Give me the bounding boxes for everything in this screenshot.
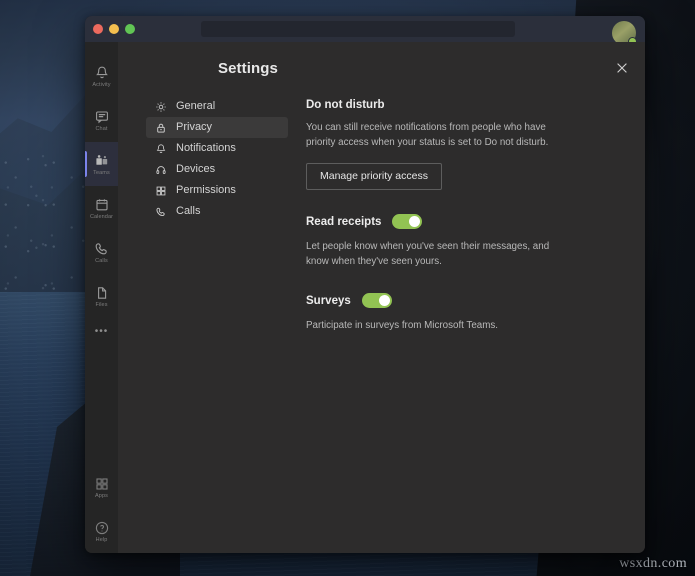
rail-item-activity-label: Activity <box>92 81 111 88</box>
window-maximize-button[interactable] <box>125 24 135 34</box>
window-titlebar <box>85 16 645 42</box>
rail-item-teams[interactable]: Teams <box>85 142 118 186</box>
phone-icon <box>154 205 167 218</box>
teams-application-window: Activity Chat Teams Calendar Calls Files… <box>85 16 645 553</box>
app-rail: Activity Chat Teams Calendar Calls Files… <box>85 42 118 553</box>
lock-icon <box>154 121 167 134</box>
rail-more-button[interactable]: ••• <box>95 318 109 345</box>
rail-item-calendar[interactable]: Calendar <box>85 186 118 230</box>
rail-item-apps-label: Apps <box>95 492 108 499</box>
rail-item-help[interactable]: Help <box>85 509 118 553</box>
settings-nav-item-general-label: General <box>176 100 216 112</box>
surveys-description: Participate in surveys from Microsoft Te… <box>306 320 499 331</box>
rail-item-calendar-label: Calendar <box>89 213 114 220</box>
surveys-label: Surveys <box>306 294 351 307</box>
window-minimize-button[interactable] <box>109 24 119 34</box>
rail-item-activity[interactable]: Activity <box>85 54 118 98</box>
read-receipts-row: Read receipts <box>306 214 623 229</box>
surveys-row: Surveys <box>306 293 623 308</box>
settings-nav-item-general[interactable]: General <box>146 96 288 117</box>
read-receipts-toggle-knob <box>409 216 421 227</box>
rail-item-calls[interactable]: Calls <box>85 230 118 274</box>
teams-icon <box>95 154 107 165</box>
rail-item-teams-label: Teams <box>93 169 110 176</box>
files-icon <box>97 286 106 299</box>
settings-nav-item-privacy-label: Privacy <box>176 121 213 133</box>
do-not-disturb-title: Do not disturb <box>306 99 385 111</box>
settings-title: Settings <box>218 60 278 77</box>
settings-columns: General Privacy Notifications Devices Pe… <box>118 90 645 553</box>
global-search-bar[interactable] <box>201 21 515 37</box>
window-traffic-lights <box>85 24 135 34</box>
surveys-toggle-knob <box>378 295 390 306</box>
settings-header: Settings <box>118 42 645 90</box>
read-receipts-label: Read receipts <box>306 215 382 228</box>
bell-icon <box>95 66 108 78</box>
rail-item-help-label: Help <box>95 536 108 543</box>
gear-icon <box>154 100 167 113</box>
rail-item-chat[interactable]: Chat <box>85 98 118 142</box>
settings-nav-item-permissions[interactable]: Permissions <box>146 180 288 201</box>
rail-item-files[interactable]: Files <box>85 274 118 318</box>
rail-item-apps[interactable]: Apps <box>85 465 118 509</box>
rail-item-chat-label: Chat <box>95 125 108 132</box>
settings-dialog: Settings General Privacy Notifications D… <box>118 42 645 553</box>
settings-nav-item-permissions-label: Permissions <box>176 184 236 196</box>
apps-grid-icon <box>95 477 108 490</box>
chat-icon <box>95 110 108 123</box>
bell-icon <box>154 142 167 155</box>
settings-nav-item-privacy[interactable]: Privacy <box>146 117 288 138</box>
manage-priority-access-button[interactable]: Manage priority access <box>306 163 442 190</box>
help-circle-icon <box>95 521 108 534</box>
apps-grid-icon <box>154 184 167 197</box>
calendar-icon <box>95 198 108 210</box>
settings-detail-panel: Do not disturb You can still receive not… <box>298 90 645 553</box>
close-icon[interactable] <box>613 59 631 77</box>
settings-nav-item-calls[interactable]: Calls <box>146 201 288 222</box>
rail-item-files-label: Files <box>95 301 108 308</box>
do-not-disturb-description: You can still receive notifications from… <box>306 122 549 148</box>
close-x-glyph <box>617 63 627 73</box>
read-receipts-toggle[interactable] <box>392 214 423 229</box>
read-receipts-description: Let people know when you've seen their m… <box>306 241 550 267</box>
settings-nav-item-devices[interactable]: Devices <box>146 159 288 180</box>
settings-nav-item-devices-label: Devices <box>176 163 216 175</box>
settings-nav-item-notifications[interactable]: Notifications <box>146 138 288 159</box>
rail-item-calls-label: Calls <box>95 257 108 264</box>
surveys-toggle[interactable] <box>361 293 392 308</box>
settings-nav-item-notifications-label: Notifications <box>176 142 236 154</box>
phone-icon <box>95 242 107 254</box>
settings-nav: General Privacy Notifications Devices Pe… <box>118 90 298 553</box>
window-close-button[interactable] <box>93 24 103 34</box>
desktop-background: wsxdn.com Activity Chat Teams Calendar C… <box>0 0 695 576</box>
settings-nav-item-calls-label: Calls <box>176 205 201 217</box>
headset-icon <box>154 163 167 176</box>
image-watermark: wsxdn.com <box>619 556 687 571</box>
